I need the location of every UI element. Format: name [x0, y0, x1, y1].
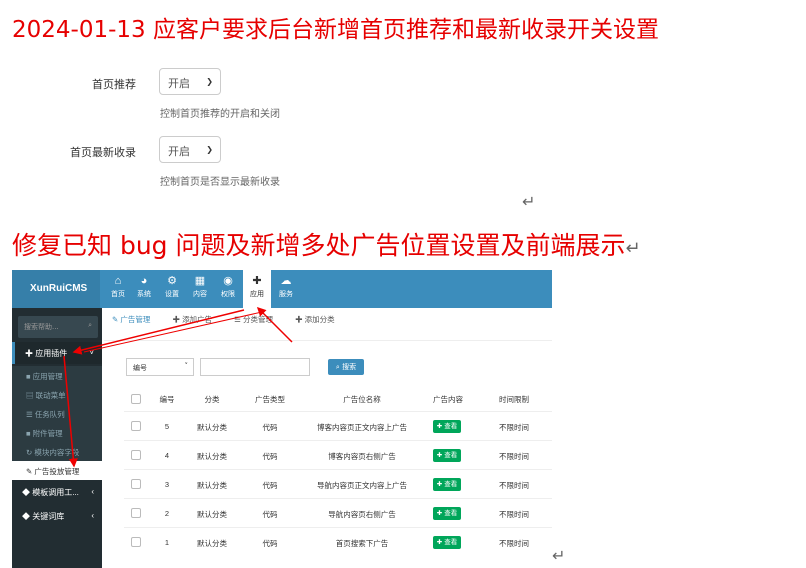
heading-2-text: 修复已知 bug 问题及新增多处广告位置设置及前端展示	[12, 231, 626, 260]
chevron-down-icon: ❯	[206, 145, 213, 154]
return-mark: ↵	[522, 192, 536, 211]
homepage-recommend-label: 首页推荐	[92, 78, 136, 91]
arrow-to-apps-nav	[256, 306, 293, 343]
cms-screenshot: XunRuiCMS ⌂ 首页 ◕ 系统 ⚙ 设置 ▦ 内容 ◉ 权限 ✚ 应用 ☁ 服务 搜索…	[12, 270, 552, 568]
arrow-line	[83, 311, 263, 353]
arrow-to-ad-manage	[63, 355, 78, 468]
latest-include-hint: 控制首页是否显示最新收录	[160, 177, 280, 188]
homepage-recommend-hint: 控制首页推荐的开启和关闭	[160, 109, 280, 120]
select-value: 开启	[168, 145, 190, 158]
latest-include-select[interactable]: 开启 ❯	[159, 136, 221, 163]
update-heading-1: 2024-01-13 应客户要求后台新增首页推荐和最新收录开关设置	[12, 17, 659, 43]
update-heading-2: 修复已知 bug 问题及新增多处广告位置设置及前端展示↵	[12, 226, 641, 262]
chevron-down-icon: ❯	[206, 77, 213, 86]
homepage-recommend-select[interactable]: 开启 ❯	[159, 68, 221, 95]
arrow-to-app-plugins	[72, 309, 245, 355]
latest-include-label: 首页最新收录	[70, 146, 136, 159]
annotation-arrows	[63, 306, 293, 468]
return-mark: ↵	[552, 546, 566, 565]
select-value: 开启	[168, 77, 190, 90]
return-mark: ↵	[625, 238, 641, 259]
